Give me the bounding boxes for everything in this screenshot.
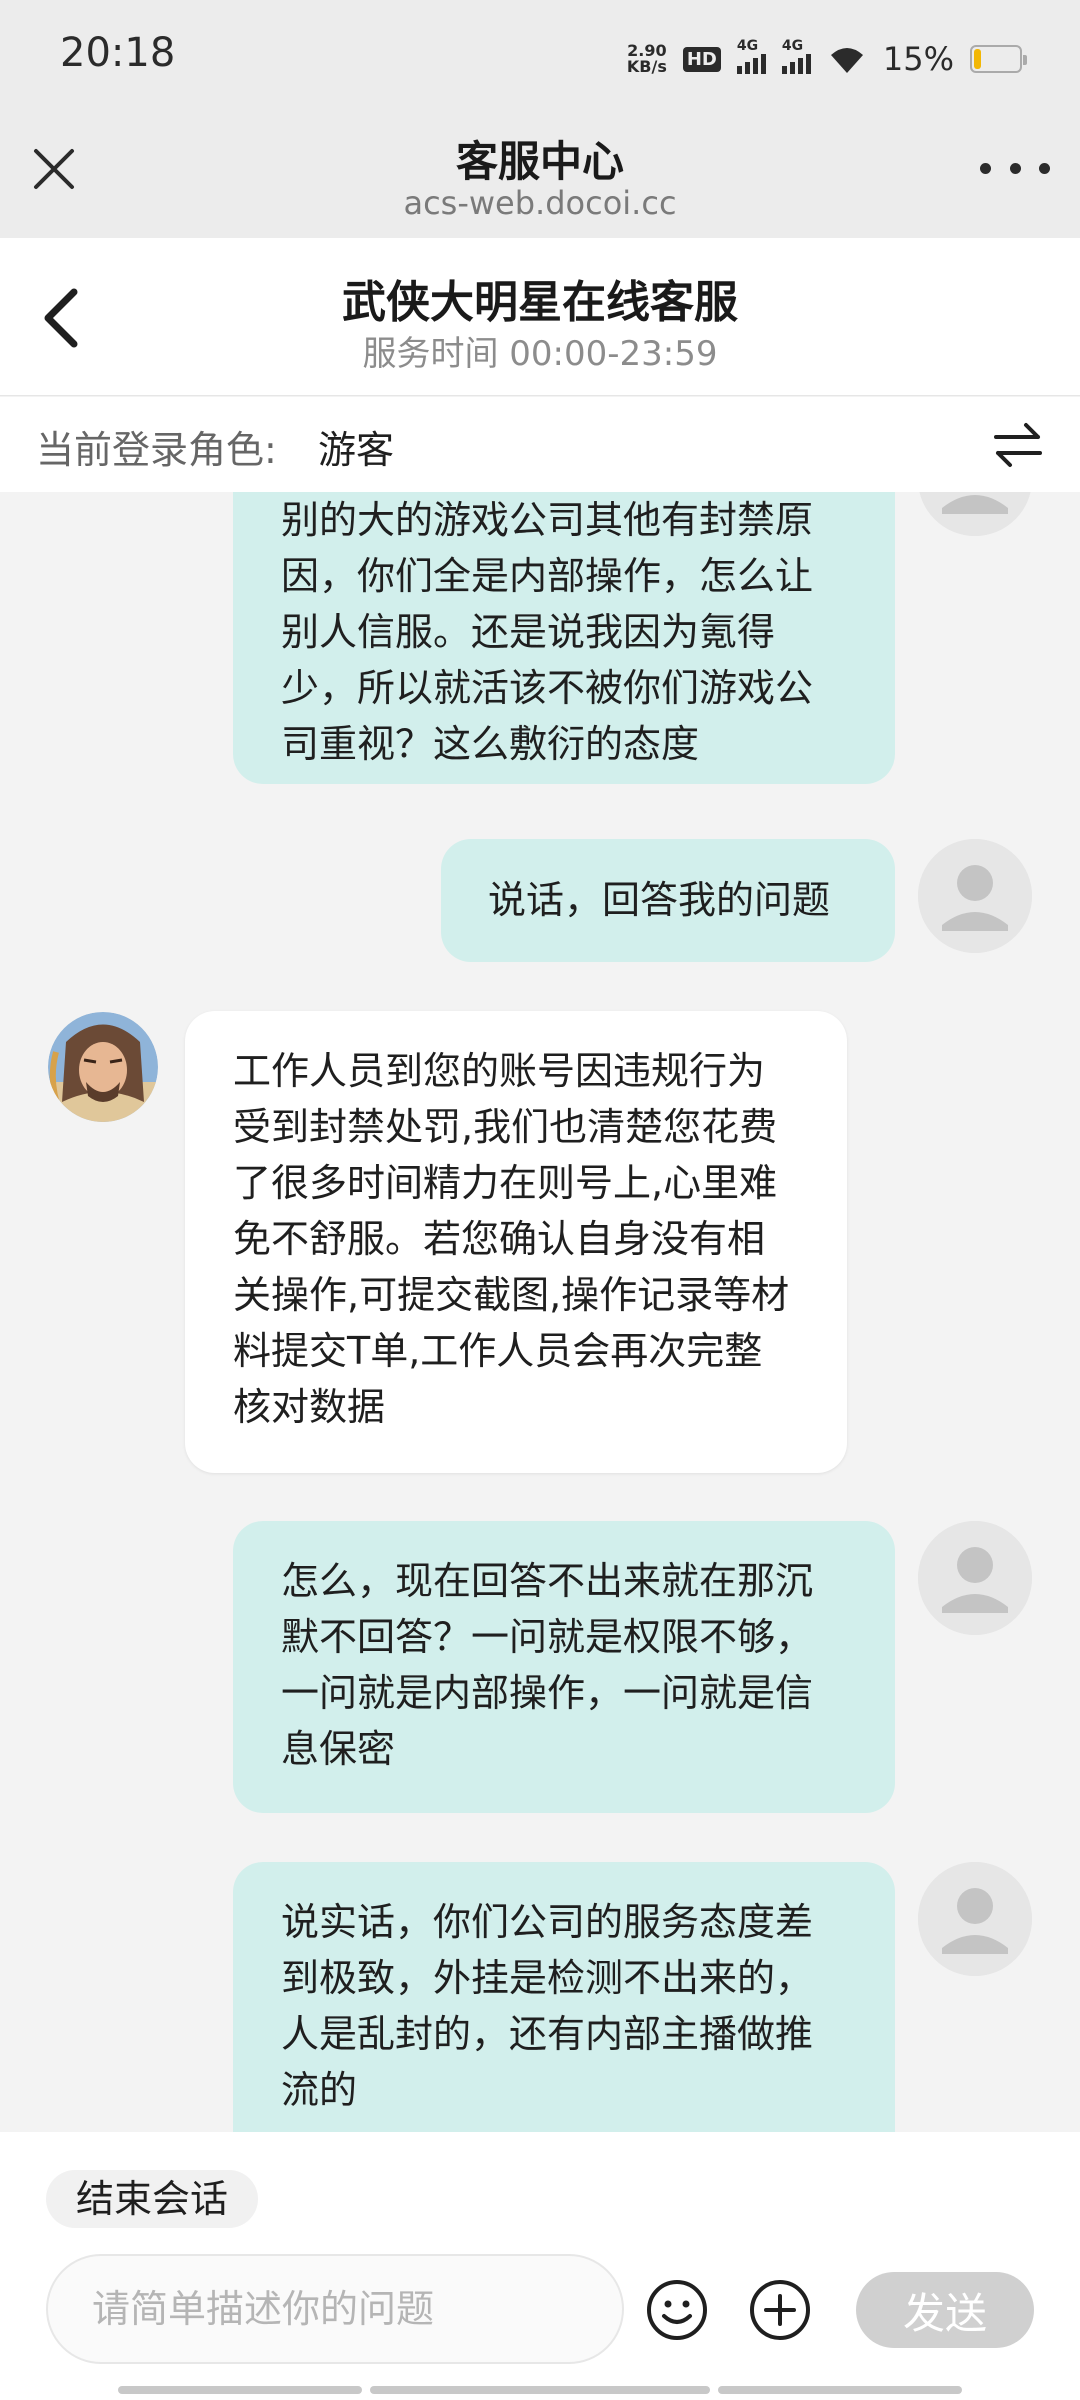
web-title: 客服中心	[455, 137, 624, 186]
chat-header: 武侠大明星在线客服 服务时间 00:00-23:59	[0, 238, 1080, 396]
message-bubble-agent: 工作人员到您的账号因违规行为受到封禁处罚,我们也清楚您花费了很多时间精力在则号上…	[185, 1011, 847, 1473]
message-text: 说实话，你们公司的服务态度差到极致，外挂是检测不出来的，人是乱封的，还有内部主播…	[281, 1900, 814, 2112]
agent-avatar	[48, 1012, 158, 1122]
wifi-icon	[830, 48, 863, 73]
send-button[interactable]: 发送	[856, 2272, 1034, 2348]
role-value: 游客	[318, 428, 395, 472]
status-icons: 2.90 KB/s HD 4G 4G 15%	[627, 34, 1027, 84]
signal-label: 4G	[781, 38, 804, 54]
message-text: 别的大的游戏公司其他有封禁原因，你们全是内部操作，怎么让别人信服。还是说我因为氪…	[281, 498, 814, 766]
signal-icon: 4G	[781, 38, 811, 74]
message-text: 工作人员到您的账号因违规行为受到封禁处罚,我们也清楚您花费了很多时间精力在则号上…	[233, 1049, 790, 1429]
add-icon[interactable]	[748, 2278, 812, 2342]
status-bar: 20:18 2.90 KB/s HD 4G 4G 15%	[0, 0, 1080, 118]
battery-icon	[970, 45, 1027, 73]
end-session-button[interactable]: 结束会话	[46, 2170, 259, 2228]
network-speed-unit: KB/s	[626, 57, 667, 76]
service-hours: 服务时间 00:00-23:59	[362, 334, 718, 374]
navigation-gesture-bar	[118, 2386, 962, 2394]
role-bar: 当前登录角色: 游客	[0, 397, 1080, 492]
role-label: 当前登录角色:	[36, 428, 277, 472]
more-icon[interactable]	[980, 154, 1050, 182]
user-avatar	[918, 839, 1032, 953]
message-bubble-user: 说话，回答我的问题	[441, 839, 895, 962]
message-bubble-user: 怎么，现在回答不出来就在那沉默不回答？一问就是权限不够，一问就是内部操作，一问就…	[233, 1521, 895, 1813]
web-url: acs-web.docoi.cc	[403, 184, 677, 222]
message-bubble-user: 说实话，你们公司的服务态度差到极致，外挂是检测不出来的，人是乱封的，还有内部主播…	[233, 1862, 895, 2132]
user-avatar	[918, 1521, 1032, 1635]
user-avatar	[918, 1862, 1032, 1976]
message-bubble-user: 别的大的游戏公司其他有封禁原因，你们全是内部操作，怎么让别人信服。还是说我因为氪…	[233, 492, 895, 784]
hd-icon: HD	[682, 46, 721, 72]
message-input[interactable]	[46, 2254, 624, 2364]
battery-percent: 15%	[882, 40, 954, 78]
chat-footer: 结束会话 发送	[0, 2132, 1080, 2400]
network-speed: 2.90 KB/s	[627, 43, 667, 75]
chat-title: 武侠大明星在线客服	[342, 277, 738, 328]
signal-label: 4G	[736, 38, 759, 54]
status-time: 20:18	[60, 30, 176, 76]
user-avatar	[918, 492, 1032, 536]
chat-messages[interactable]: 别的大的游戏公司其他有封禁原因，你们全是内部操作，怎么让别人信服。还是说我因为氪…	[0, 492, 1080, 2132]
switch-role-icon[interactable]	[990, 417, 1046, 473]
emoji-icon[interactable]	[645, 2278, 709, 2342]
web-title-bar: 客服中心 acs-web.docoi.cc	[0, 118, 1080, 238]
message-text: 怎么，现在回答不出来就在那沉默不回答？一问就是权限不够，一问就是内部操作，一问就…	[281, 1559, 814, 1771]
battery-level	[974, 49, 981, 69]
message-text: 说话，回答我的问题	[488, 878, 831, 922]
signal-icon: 4G	[736, 38, 766, 74]
